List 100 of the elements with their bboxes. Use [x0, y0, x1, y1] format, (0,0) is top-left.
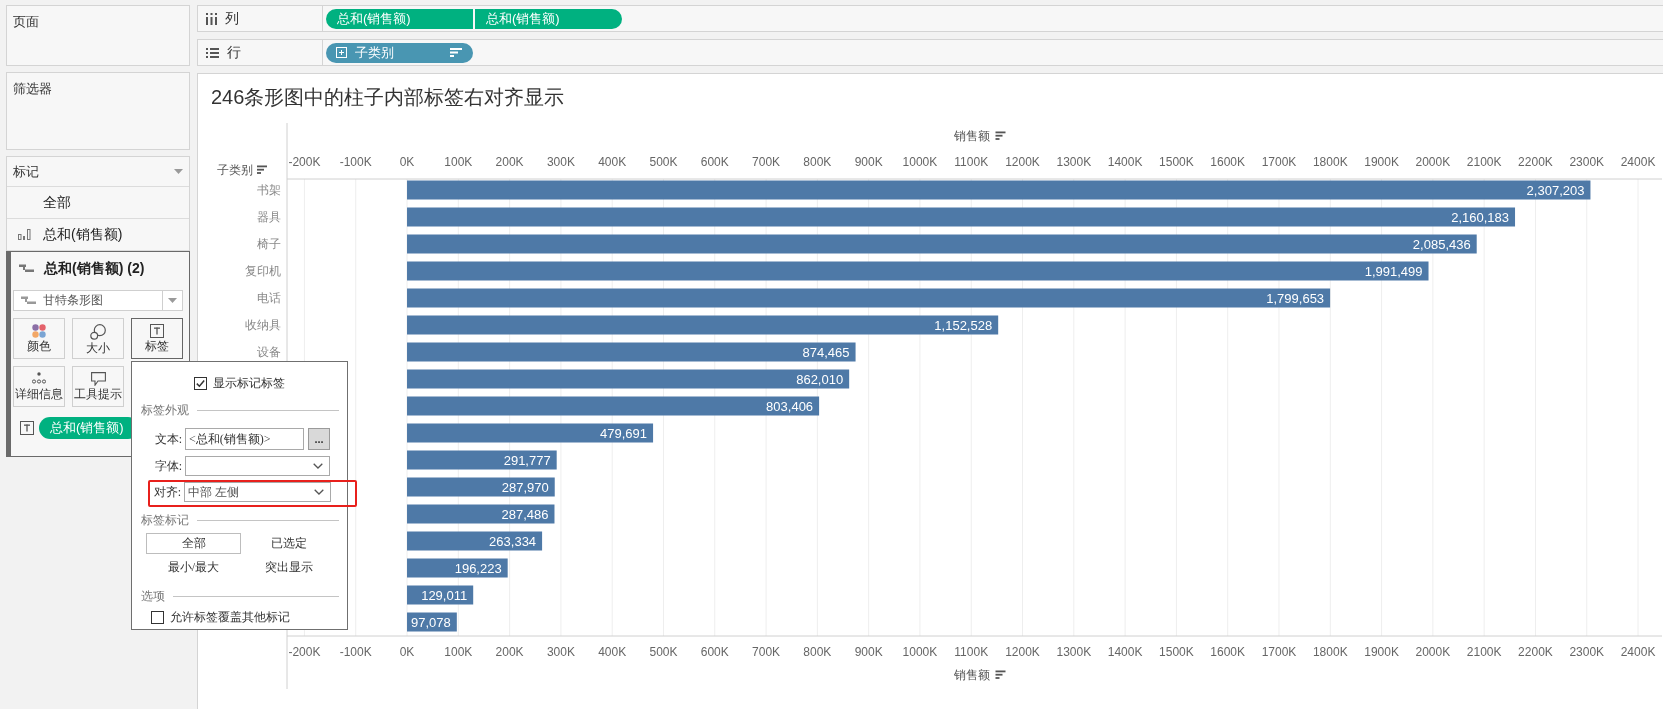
- gantt-icon: [19, 264, 34, 273]
- row-label: 设备: [257, 345, 281, 359]
- value-label: 2,085,436: [1412, 237, 1471, 252]
- tick-label: 1900K: [1364, 645, 1399, 659]
- sort-icon[interactable]: [995, 670, 1006, 679]
- mark-property-button[interactable]: 工具提示: [72, 366, 124, 407]
- tick-label: 600K: [700, 155, 729, 169]
- more-button[interactable]: ...: [308, 428, 330, 450]
- tick-label: 200K: [495, 155, 524, 169]
- text-icon: [150, 324, 164, 338]
- list-icon: [206, 47, 219, 58]
- tick-label: 1800K: [1312, 645, 1348, 659]
- label-marks-option[interactable]: 最小/最大: [146, 557, 241, 578]
- card-title: 筛选器: [13, 81, 52, 96]
- card-title: 页面: [13, 14, 39, 29]
- value-label: 196,223: [454, 561, 502, 576]
- mark-property-button[interactable]: 颜色: [13, 318, 65, 359]
- tick-label: 2100K: [1466, 155, 1502, 169]
- value-label: 862,010: [796, 372, 844, 387]
- tick-label: -100K: [339, 645, 372, 659]
- caret-icon: [168, 298, 177, 303]
- tick-label: 1700K: [1261, 645, 1297, 659]
- tick-label: 2400K: [1620, 155, 1656, 169]
- tick-label: 0K: [399, 155, 415, 169]
- shelf-label: 列: [225, 9, 239, 28]
- tick-label: 900K: [854, 155, 883, 169]
- tick-label: 2200K: [1518, 155, 1553, 169]
- tick-label: 900K: [854, 645, 883, 659]
- bar-chart-icon: [18, 229, 31, 240]
- checkbox-label: 允许标签覆盖其他标记: [170, 610, 290, 624]
- tick-label: 1500K: [1159, 155, 1194, 169]
- section-heading: 选项: [141, 587, 165, 605]
- tick-label: 300K: [546, 645, 575, 659]
- caret-icon: [174, 169, 183, 174]
- row-label: 椅子: [257, 237, 281, 251]
- chevron-down-icon: [313, 463, 323, 469]
- tick-label: 1200K: [1005, 155, 1040, 169]
- value-label: 2,160,183: [1451, 210, 1510, 225]
- mark-property-button[interactable]: 大小: [72, 318, 124, 359]
- tick-label: 100K: [444, 155, 473, 169]
- tick-label: 300K: [546, 155, 575, 169]
- checkbox[interactable]: [194, 376, 207, 390]
- row-label: 器具: [257, 210, 281, 224]
- tick-label: 1000K: [902, 155, 938, 169]
- layer-item[interactable]: 全部: [7, 187, 189, 219]
- tick-label: 100K: [444, 645, 473, 659]
- label-marks-option[interactable]: 已选定: [241, 533, 336, 554]
- tick-label: 1600K: [1210, 645, 1246, 659]
- tick-label: 1300K: [1056, 645, 1092, 659]
- view-title: 246条形图中的柱子内部标签右对齐显示: [211, 85, 565, 110]
- mark-property-button[interactable]: 详细信息: [13, 366, 65, 407]
- size-circles-icon: [90, 324, 106, 340]
- tick-label: -200K: [288, 645, 321, 659]
- tick-label: 2000K: [1415, 155, 1451, 169]
- checkbox-label: 显示标记标签: [213, 376, 285, 390]
- tick-label: 1400K: [1107, 645, 1143, 659]
- tick-label: -100K: [339, 155, 372, 169]
- tick-label: 2300K: [1569, 155, 1605, 169]
- mark-property-button[interactable]: 标签: [131, 318, 183, 359]
- value-label: 479,691: [600, 426, 648, 441]
- value-label: 2,307,203: [1526, 183, 1585, 198]
- value-label: 1,991,499: [1364, 264, 1423, 279]
- mark-type-select[interactable]: 甘特条形图: [13, 290, 183, 311]
- row-label: 书架: [257, 183, 281, 197]
- tick-label: 1400K: [1107, 155, 1143, 169]
- tick-label: 1600K: [1210, 155, 1246, 169]
- field-label: 对齐:: [153, 483, 181, 501]
- section-heading: 标签标记: [141, 511, 189, 529]
- tick-label: 700K: [752, 645, 781, 659]
- value-label: 129,011: [421, 588, 468, 603]
- tick-label: 2200K: [1518, 645, 1553, 659]
- value-label: 1,152,528: [934, 318, 993, 333]
- sort-icon[interactable]: [995, 131, 1006, 140]
- tick-label: 1300K: [1056, 155, 1092, 169]
- layer-item[interactable]: 总和(销售额) (2): [11, 252, 189, 285]
- columns-icon: [206, 12, 217, 25]
- value-label: 803,406: [766, 399, 814, 414]
- tick-label: 1700K: [1261, 155, 1297, 169]
- text-field[interactable]: <总和(销售额)>: [185, 428, 304, 450]
- detail-dots-icon: [32, 372, 46, 384]
- chevron-down-icon: [314, 489, 324, 495]
- axis-title: 销售额: [953, 129, 990, 143]
- value-label: 287,970: [501, 480, 549, 495]
- card-title: 标记: [13, 163, 39, 180]
- tick-label: 1000K: [902, 645, 938, 659]
- row-label: 收纳具: [245, 318, 281, 332]
- label-marks-option[interactable]: 全部: [146, 533, 241, 554]
- field-label: 文本:: [154, 430, 182, 448]
- sort-icon[interactable]: [257, 165, 267, 174]
- tick-label: 2100K: [1466, 645, 1502, 659]
- row-header: 子类别: [217, 163, 253, 177]
- alignment-select[interactable]: 中部 左侧: [184, 482, 331, 502]
- color-dots-icon: [32, 324, 46, 338]
- section-heading: 标签外观: [141, 401, 189, 419]
- checkbox[interactable]: [151, 610, 164, 624]
- tick-label: 800K: [803, 155, 832, 169]
- tick-label: 200K: [495, 645, 524, 659]
- value-label: 1,799,653: [1266, 291, 1325, 306]
- tick-label: 600K: [700, 645, 729, 659]
- label-marks-option[interactable]: 突出显示: [241, 557, 336, 578]
